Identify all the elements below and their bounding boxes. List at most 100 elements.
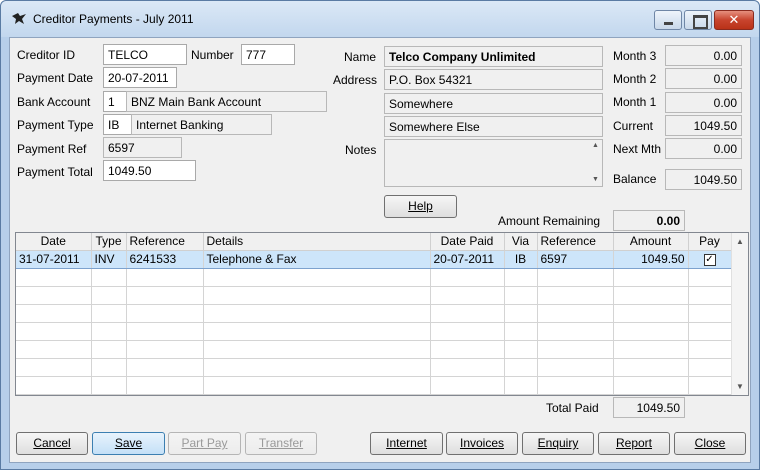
column-header-type[interactable]: Type: [91, 233, 127, 251]
payment-type-label: Payment Type: [17, 118, 94, 132]
table-row-empty[interactable]: [16, 358, 732, 377]
month2-label: Month 2: [613, 72, 657, 86]
pay-checkbox[interactable]: ✓: [703, 253, 716, 266]
table-row-empty[interactable]: [16, 376, 732, 395]
report-button-label: Report: [615, 436, 653, 450]
app-bird-icon: [12, 13, 26, 24]
scroll-up-arrow-icon[interactable]: ▲: [732, 233, 748, 250]
table-row-empty[interactable]: [16, 340, 732, 359]
cell-date-paid[interactable]: 20-07-2011: [430, 249, 505, 269]
grid-vertical-scrollbar[interactable]: ▲ ▼: [731, 233, 748, 395]
internet-button-label: Internet: [386, 436, 427, 450]
address-line1-field: P.O. Box 54321: [384, 69, 603, 90]
payment-ref-label: Payment Ref: [17, 142, 87, 156]
bank-account-label: Bank Account: [17, 95, 91, 109]
current-field: 1049.50: [665, 115, 742, 136]
part-pay-button-label: Part Pay: [181, 436, 228, 450]
enquiry-button-label: Enquiry: [537, 436, 579, 450]
cell-amount[interactable]: 1049.50: [613, 249, 689, 269]
payment-type-name-field: Internet Banking: [131, 114, 272, 135]
cell-pay-reference[interactable]: 6597: [537, 249, 614, 269]
number-field[interactable]: 777: [241, 44, 295, 65]
balance-field: 1049.50: [665, 169, 742, 190]
close-button-label: Close: [694, 436, 726, 450]
cell-via[interactable]: IB: [504, 249, 538, 269]
transactions-grid[interactable]: Date Type Reference Details Date Paid Vi…: [15, 232, 749, 396]
payment-date-label: Payment Date: [17, 71, 94, 85]
cell-details[interactable]: Telephone & Fax: [203, 249, 431, 269]
month2-field: 0.00: [665, 68, 742, 89]
address-label: Address: [333, 73, 378, 87]
transactions-table: Date Type Reference Details Date Paid Vi…: [16, 233, 732, 395]
cell-date[interactable]: 31-07-2011: [16, 249, 92, 269]
column-header-date[interactable]: Date: [16, 233, 92, 251]
payment-total-field[interactable]: 1049.50: [103, 160, 196, 181]
payment-total-label: Payment Total: [17, 165, 93, 179]
month3-label: Month 3: [613, 49, 657, 63]
maximize-button[interactable]: [684, 10, 712, 30]
cancel-button[interactable]: Cancel: [16, 432, 88, 455]
help-button-label: Help: [408, 199, 433, 213]
cancel-button-label: Cancel: [33, 436, 71, 450]
column-header-reference[interactable]: Reference: [126, 233, 204, 251]
payment-ref-field[interactable]: 6597: [103, 137, 182, 158]
cell-reference[interactable]: 6241533: [126, 249, 204, 269]
cell-pay[interactable]: ✓: [688, 249, 732, 269]
month1-label: Month 1: [613, 95, 657, 109]
transfer-button-label: Transfer: [258, 436, 304, 450]
minimize-button[interactable]: [654, 10, 682, 30]
payment-date-field[interactable]: 20-07-2011: [103, 67, 177, 88]
next-month-field: 0.00: [665, 138, 742, 159]
notes-label: Notes: [345, 143, 377, 157]
notes-scroll-up-icon[interactable]: ▲: [592, 142, 599, 149]
payment-type-code-field[interactable]: IB: [103, 114, 132, 135]
form-client-area: Creditor ID TELCO Number 777 Payment Dat…: [9, 37, 751, 463]
notes-field[interactable]: [384, 139, 603, 187]
table-row[interactable]: 31-07-2011 INV 6241533 Telephone & Fax 2…: [16, 249, 732, 269]
part-pay-button[interactable]: Part Pay: [168, 432, 241, 455]
table-row-empty[interactable]: [16, 304, 732, 323]
number-label: Number: [191, 48, 234, 62]
internet-button[interactable]: Internet: [370, 432, 443, 455]
total-paid-label: Total Paid: [546, 401, 599, 415]
column-header-via[interactable]: Via: [504, 233, 538, 251]
amount-remaining-field: 0.00: [613, 210, 685, 231]
table-row-empty[interactable]: [16, 286, 732, 305]
enquiry-button[interactable]: Enquiry: [522, 432, 594, 455]
table-row-empty[interactable]: [16, 322, 732, 341]
current-label: Current: [613, 119, 654, 133]
month3-field: 0.00: [665, 45, 742, 66]
title-bar[interactable]: Creditor Payments - July 2011 ✕: [1, 1, 759, 37]
grid-header-row: Date Type Reference Details Date Paid Vi…: [16, 233, 732, 251]
column-header-details[interactable]: Details: [203, 233, 431, 251]
table-row-empty[interactable]: [16, 268, 732, 287]
next-month-label: Next Mth: [613, 142, 662, 156]
window-title: Creditor Payments - July 2011: [33, 12, 194, 26]
notes-scroll-down-icon[interactable]: ▼: [592, 176, 599, 183]
creditor-name-field: Telco Company Unlimited: [384, 46, 603, 67]
creditor-payments-window: Creditor Payments - July 2011 ✕ Creditor…: [0, 0, 760, 470]
bank-account-name-field: BNZ Main Bank Account: [126, 91, 327, 112]
total-paid-field: 1049.50: [613, 397, 685, 418]
column-header-pay-reference[interactable]: Reference: [537, 233, 614, 251]
save-button-label: Save: [114, 436, 143, 450]
column-header-date-paid[interactable]: Date Paid: [430, 233, 505, 251]
creditor-id-field[interactable]: TELCO: [103, 44, 187, 65]
invoices-button[interactable]: Invoices: [446, 432, 518, 455]
cell-type[interactable]: INV: [91, 249, 127, 269]
column-header-pay[interactable]: Pay: [688, 233, 732, 251]
close-window-button[interactable]: ✕: [714, 10, 754, 30]
close-icon: ✕: [728, 12, 740, 27]
address-line2-field: Somewhere: [384, 93, 603, 114]
address-line3-field: Somewhere Else: [384, 116, 603, 137]
column-header-amount[interactable]: Amount: [613, 233, 689, 251]
report-button[interactable]: Report: [598, 432, 670, 455]
transfer-button[interactable]: Transfer: [245, 432, 317, 455]
creditor-name-label: Name: [344, 50, 377, 64]
help-button[interactable]: Help: [384, 195, 457, 218]
close-button[interactable]: Close: [674, 432, 746, 455]
amount-remaining-label: Amount Remaining: [498, 214, 601, 228]
month1-field: 0.00: [665, 92, 742, 113]
save-button[interactable]: Save: [92, 432, 165, 455]
scroll-down-arrow-icon[interactable]: ▼: [732, 378, 748, 395]
